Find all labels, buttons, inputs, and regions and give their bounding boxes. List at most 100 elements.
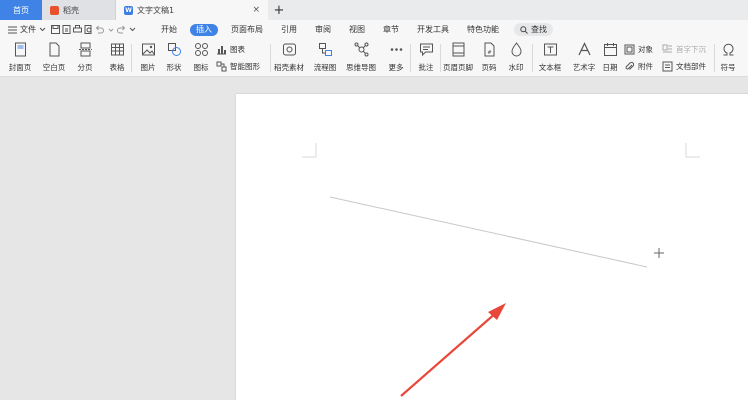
menu-tab-view[interactable]: 视图 <box>340 20 374 39</box>
text-box-label: 文本框 <box>538 63 562 72</box>
picture-icon <box>141 43 155 56</box>
flowchart-label: 流程图 <box>313 63 337 72</box>
cover-page-label: 封面页 <box>8 63 32 72</box>
smart-art-button[interactable]: 智能图形 <box>216 61 260 72</box>
icons-button[interactable]: 图标 <box>183 42 219 73</box>
chart-icon <box>217 46 226 55</box>
watermark-label: 水印 <box>508 63 524 72</box>
header-footer-icon <box>452 42 464 57</box>
paperclip-icon <box>625 61 635 70</box>
tab-document-label: 文字文稿1 <box>137 5 175 15</box>
tab-document[interactable]: W 文字文稿1 × <box>116 0 268 20</box>
header-footer-label: 页眉页脚 <box>443 63 473 72</box>
comment-label: 批注 <box>418 63 434 72</box>
file-menu-button[interactable]: 文件 <box>4 20 50 39</box>
insert-ribbon: 封面页 空白页 分页 表格 图片 形状 图标 图表 智能图形 稻壳素材 流程图 <box>0 39 748 77</box>
attachment-button[interactable]: 附件 <box>624 61 653 72</box>
print-icon[interactable] <box>72 20 83 39</box>
close-tab-icon[interactable]: × <box>252 5 260 15</box>
smart-art-icon <box>216 61 227 72</box>
flowchart-icon <box>318 43 332 56</box>
symbol-button[interactable]: 符号 <box>710 42 746 73</box>
new-tab-button[interactable]: + <box>268 0 290 20</box>
menu-tab-developer[interactable]: 开发工具 <box>408 20 458 39</box>
flowchart-button[interactable]: 流程图 <box>307 42 343 73</box>
word-art-icon <box>577 42 591 56</box>
tab-daoke[interactable]: 稻壳 <box>42 0 116 20</box>
file-menu-label: 文件 <box>20 25 36 34</box>
page-number-label: 页码 <box>481 63 497 72</box>
more-label: 更多 <box>388 63 404 72</box>
drop-cap-label: 首字下沉 <box>676 45 706 54</box>
doc-parts-button[interactable]: 文档部件 <box>662 61 706 72</box>
shapes-icon <box>167 43 181 56</box>
undo-icon[interactable] <box>94 20 105 39</box>
svg-text:#: # <box>487 50 491 56</box>
print-preview-icon[interactable] <box>83 20 94 39</box>
daoke-material-button[interactable]: 稻壳素材 <box>271 42 307 73</box>
export-pdf-icon[interactable] <box>61 20 72 39</box>
menu-tab-section[interactable]: 章节 <box>374 20 408 39</box>
page-break-icon <box>78 42 92 57</box>
material-icon <box>282 43 296 56</box>
plus-icon: + <box>273 2 285 18</box>
chart-button[interactable]: 图表 <box>216 44 245 55</box>
title-tab-bar: 首页 稻壳 W 文字文稿1 × + <box>0 0 748 20</box>
watermark-icon <box>510 42 522 57</box>
search-button[interactable]: 查找 <box>514 23 553 36</box>
menu-tab-review[interactable]: 审阅 <box>306 20 340 39</box>
document-workspace <box>0 78 748 400</box>
attachment-label: 附件 <box>638 62 653 71</box>
menu-bar: 文件 开始 插入 页面布局 引用 审阅 视图 章节 开发工具 特色功能 查找 <box>0 20 748 39</box>
undo-dropdown-icon[interactable] <box>105 20 116 39</box>
smart-art-label: 智能图形 <box>230 62 260 71</box>
tab-home[interactable]: 首页 <box>0 0 42 20</box>
icons-label: 图标 <box>193 63 209 72</box>
date-label: 日期 <box>602 63 618 72</box>
menu-tab-special[interactable]: 特色功能 <box>458 20 508 39</box>
calendar-icon <box>603 43 617 56</box>
mind-map-icon <box>354 42 368 57</box>
search-label: 查找 <box>531 25 547 34</box>
daoke-logo-icon <box>50 5 59 15</box>
menu-tab-home[interactable]: 开始 <box>152 20 186 39</box>
save-icon[interactable] <box>50 20 61 39</box>
drop-cap-button[interactable]: 首字下沉 <box>662 44 706 55</box>
object-button[interactable]: 对象 <box>624 44 653 55</box>
page-break-button[interactable]: 分页 <box>67 42 103 73</box>
mind-map-button[interactable]: 思维导图 <box>343 42 379 73</box>
document-page[interactable] <box>236 94 748 400</box>
hamburger-icon <box>8 26 17 33</box>
page-number-icon: # <box>484 42 494 57</box>
table-icon <box>110 43 124 56</box>
doc-parts-label: 文档部件 <box>676 62 706 71</box>
mind-map-label: 思维导图 <box>346 63 376 72</box>
doc-parts-icon <box>662 61 673 72</box>
page-break-label: 分页 <box>77 63 93 72</box>
comment-button[interactable]: 批注 <box>408 42 444 73</box>
object-icon <box>624 44 635 55</box>
menu-tab-insert[interactable]: 插入 <box>190 23 218 36</box>
watermark-button[interactable]: 水印 <box>498 42 534 73</box>
cover-page-button[interactable]: 封面页 <box>2 42 38 73</box>
menu-tab-references[interactable]: 引用 <box>272 20 306 39</box>
drop-cap-icon <box>662 44 672 53</box>
text-box-button[interactable]: 文本框 <box>532 42 568 73</box>
comment-icon <box>419 43 433 57</box>
icons-icon <box>194 43 208 56</box>
word-art-label: 艺术字 <box>572 63 596 72</box>
search-icon <box>520 25 528 34</box>
cover-page-icon <box>14 42 26 57</box>
blank-page-icon <box>49 42 59 57</box>
tab-daoke-label: 稻壳 <box>63 5 79 15</box>
symbol-label: 符号 <box>720 63 736 72</box>
customize-toolbar-icon[interactable] <box>127 20 138 39</box>
object-label: 对象 <box>638 45 653 54</box>
redo-icon[interactable] <box>116 20 127 39</box>
tab-home-label: 首页 <box>13 5 29 15</box>
blank-page-label: 空白页 <box>42 63 66 72</box>
text-box-icon <box>543 43 557 56</box>
date-button[interactable]: 日期 <box>593 42 627 73</box>
menu-tab-page-layout[interactable]: 页面布局 <box>222 20 272 39</box>
picture-label: 图片 <box>140 63 156 72</box>
